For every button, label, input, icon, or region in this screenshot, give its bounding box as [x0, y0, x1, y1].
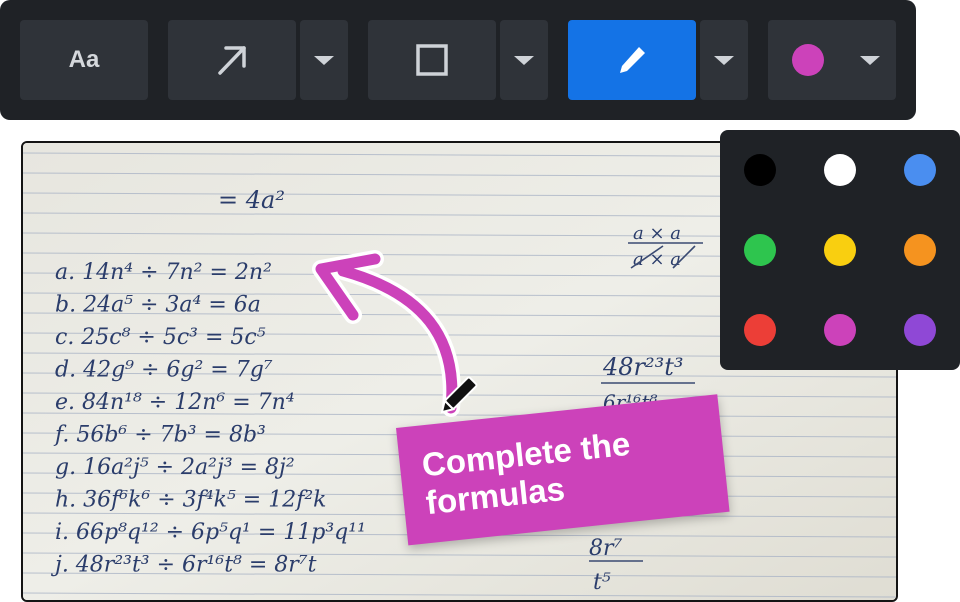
color-swatch-red[interactable]: [744, 314, 776, 346]
notebook-line: c. 25c⁸ ÷ 5c³ = 5c⁵: [55, 325, 266, 350]
notebook-line: d. 42g⁹ ÷ 6g² = 7g⁷: [55, 358, 273, 383]
color-swatch-blue[interactable]: [904, 154, 936, 186]
color-swatch-white[interactable]: [824, 154, 856, 186]
current-color-swatch: [792, 44, 824, 76]
square-outline-icon: [416, 44, 448, 76]
side-fraction-top: a × a: [633, 223, 681, 244]
color-picker-button[interactable]: [768, 20, 896, 100]
color-swatch-green[interactable]: [744, 234, 776, 266]
notebook-line: a. 14n⁴ ÷ 7n² = 2n²: [55, 260, 272, 285]
text-tool-button[interactable]: Aa: [20, 20, 148, 100]
color-swatch-yellow[interactable]: [824, 234, 856, 266]
rectangle-tool-button[interactable]: [368, 20, 496, 100]
side-result-bottom: t⁵: [593, 570, 611, 595]
notebook-line: b. 24a⁵ ÷ 3a⁴ = 6a: [55, 293, 261, 318]
chevron-down-icon: [860, 55, 880, 65]
color-swatch-magenta[interactable]: [824, 314, 856, 346]
side-work-top: 48r²³t³: [602, 353, 684, 381]
notebook-line: f. 56b⁶ ÷ 7b³ = 8b³: [53, 423, 266, 448]
callout-text: Complete the formulas: [420, 424, 632, 522]
chevron-down-icon: [314, 55, 334, 65]
color-palette-popup: [720, 130, 960, 370]
pen-tool-button[interactable]: [568, 20, 696, 100]
color-swatch-black[interactable]: [744, 154, 776, 186]
chevron-down-icon: [714, 55, 734, 65]
arrow-up-right-icon: [218, 46, 246, 75]
side-result-top: 8r⁷: [589, 536, 623, 561]
pen-style-dropdown[interactable]: [700, 20, 748, 100]
notebook-line: i. 66p⁸q¹² ÷ 6p⁵q¹ = 11p³q¹¹: [55, 520, 366, 545]
notebook-line: h. 36f⁶k⁶ ÷ 3f⁴k⁵ = 12f²k: [55, 488, 327, 513]
chevron-down-icon: [514, 55, 534, 65]
text-aa-icon: Aa: [68, 46, 100, 73]
notebook-line: e. 84n¹⁸ ÷ 12n⁶ = 7n⁴: [55, 390, 295, 415]
color-swatch-orange[interactable]: [904, 234, 936, 266]
rectangle-style-dropdown[interactable]: [500, 20, 548, 100]
color-swatch-purple[interactable]: [904, 314, 936, 346]
pen-icon: [620, 47, 645, 73]
arrow-tool-button[interactable]: [168, 20, 296, 100]
notebook-line: g. 16a²j⁵ ÷ 2a²j³ = 8j²: [55, 455, 295, 480]
annotation-toolbar: Aa: [0, 0, 916, 120]
notebook-header: = 4a²: [218, 186, 285, 214]
arrow-style-dropdown[interactable]: [300, 20, 348, 100]
notebook-line: j. 48r²³t³ ÷ 6r¹⁶t⁸ = 8r⁷t: [50, 553, 317, 578]
